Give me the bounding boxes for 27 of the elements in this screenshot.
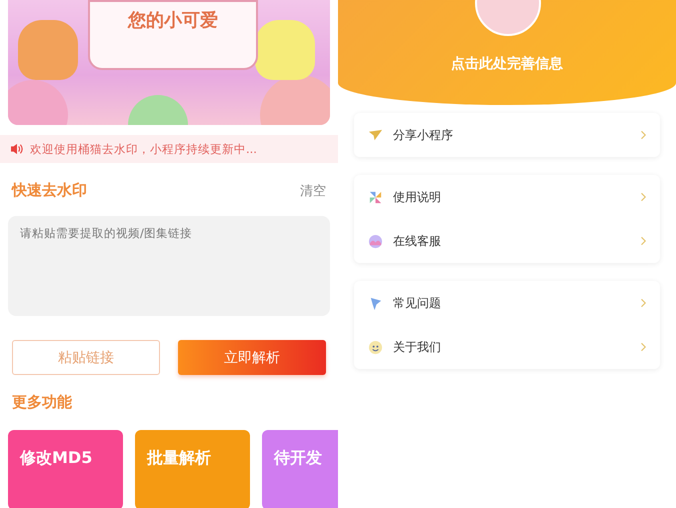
chevron-icon bbox=[640, 298, 646, 308]
menu-item[interactable]: 使用说明 bbox=[368, 175, 646, 219]
feature-card[interactable]: 批量解析 bbox=[135, 430, 250, 508]
chevron-icon bbox=[640, 192, 646, 202]
feature-card[interactable]: 修改MD5 bbox=[8, 430, 123, 508]
notice-text: 欢迎使用桶猫去水印，小程序持续更新中... bbox=[30, 142, 257, 156]
section-title: 更多功能 bbox=[12, 393, 72, 412]
menu-item[interactable]: 常见问题 bbox=[368, 281, 646, 325]
clear-link[interactable]: 清空 bbox=[300, 182, 326, 200]
parse-button[interactable]: 立即解析 bbox=[178, 340, 326, 375]
menu-item[interactable]: 在线客服 bbox=[368, 219, 646, 263]
profile-prompt[interactable]: 点击此处完善信息 bbox=[451, 55, 563, 73]
chevron-icon bbox=[640, 130, 646, 140]
section-title: 快速去水印 bbox=[12, 181, 87, 200]
paper-plane-icon bbox=[368, 128, 383, 142]
smiley-icon bbox=[368, 340, 383, 354]
cloud-icon bbox=[368, 234, 383, 248]
chevron-icon bbox=[640, 236, 646, 246]
speaker-icon bbox=[10, 143, 24, 155]
chevron-icon bbox=[640, 342, 646, 352]
pinwheel-icon bbox=[368, 190, 383, 204]
banner-title: 您的小可爱 bbox=[128, 9, 218, 33]
paste-button[interactable]: 粘贴链接 bbox=[12, 340, 160, 375]
link-input-field[interactable]: 请粘贴需要提取的视频/图集链接 bbox=[8, 216, 330, 316]
menu-item[interactable]: 分享小程序 bbox=[368, 113, 646, 157]
menu-item[interactable]: 关于我们 bbox=[368, 325, 646, 369]
feature-card[interactable]: 待开发 bbox=[262, 430, 338, 508]
